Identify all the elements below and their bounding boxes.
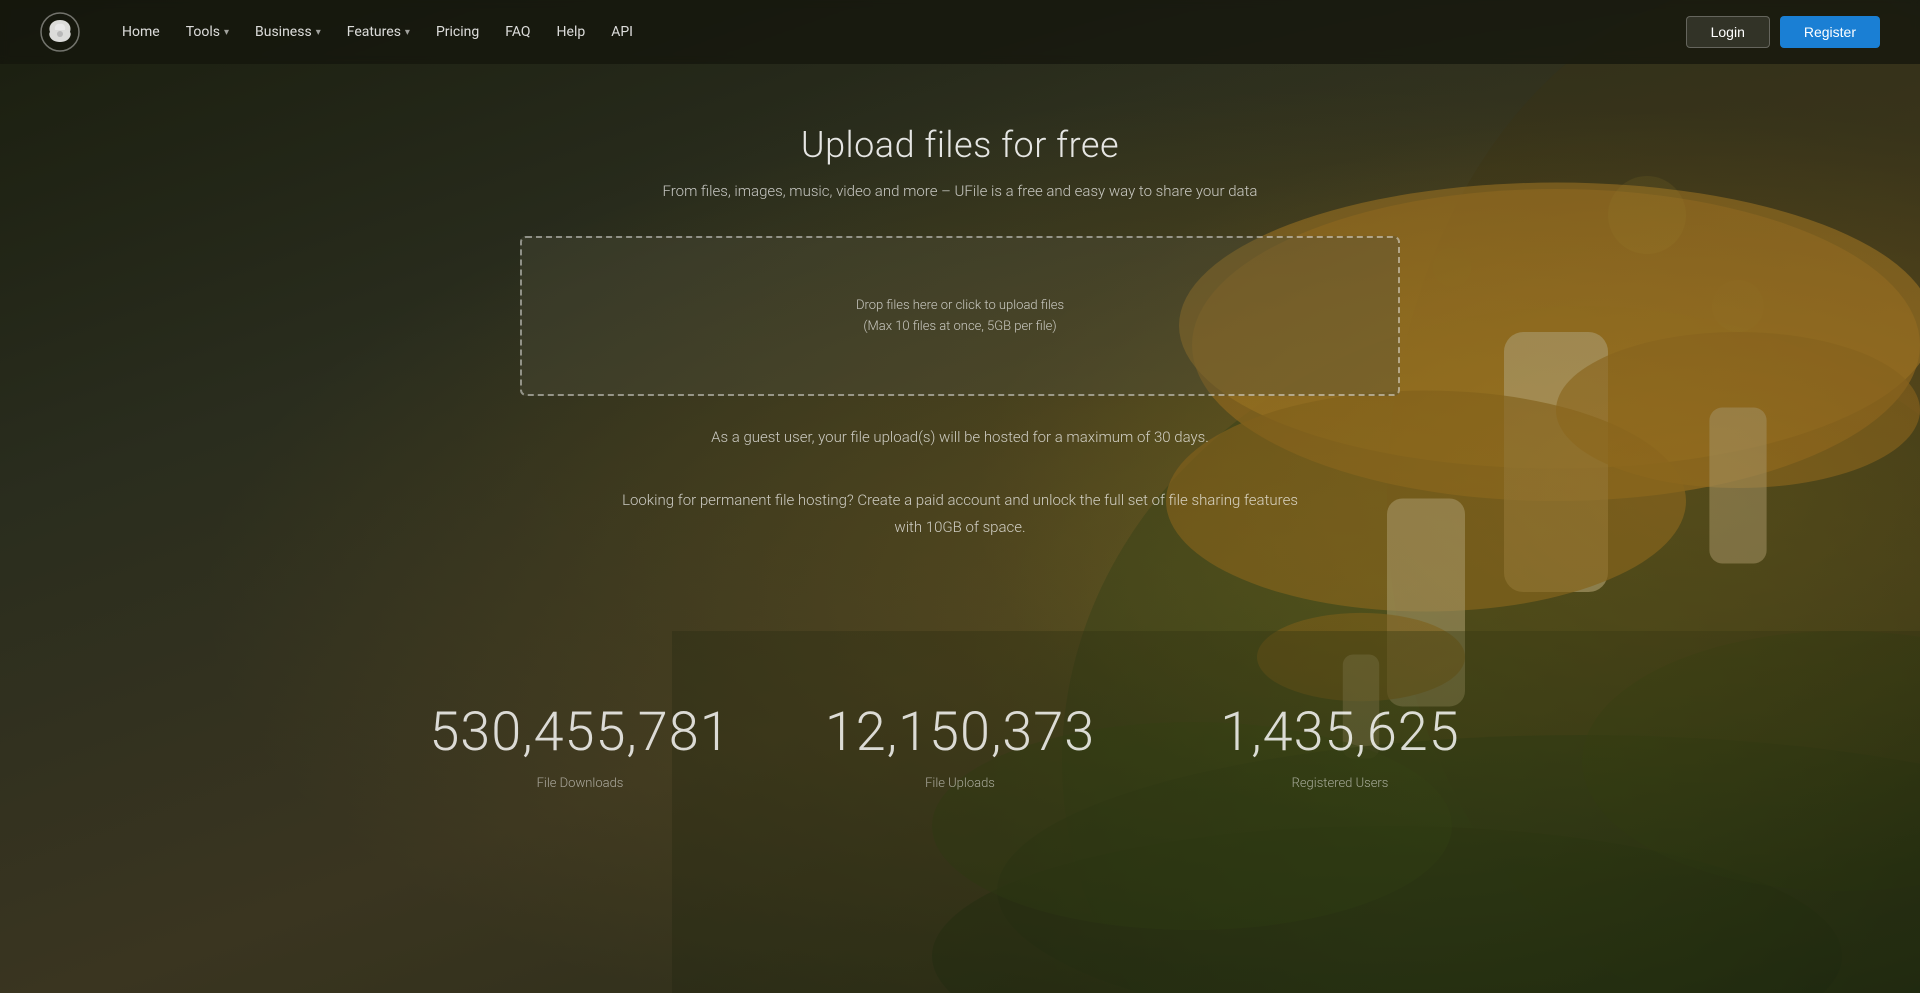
nav-left: Home Tools ▾ Business ▾ Feature <box>40 12 643 52</box>
nav-link-features[interactable]: Features ▾ <box>337 16 420 48</box>
nav-item-api[interactable]: API <box>601 16 643 48</box>
stat-users-label: Registered Users <box>1292 776 1389 791</box>
nav-item-tools[interactable]: Tools ▾ <box>176 16 239 48</box>
hero-section: Upload files for free From files, images… <box>0 64 1920 641</box>
nav-link-api[interactable]: API <box>601 16 643 48</box>
guest-note-line2: Looking for permanent file hosting? Crea… <box>610 487 1310 541</box>
nav-link-faq[interactable]: FAQ <box>495 16 540 48</box>
nav-right: Login Register <box>1686 16 1880 48</box>
nav-link-home[interactable]: Home <box>112 16 170 48</box>
upload-limit-text: (Max 10 files at once, 5GB per file) <box>562 319 1358 334</box>
nav-link-help[interactable]: Help <box>547 16 596 48</box>
upload-drop-text: Drop files here or click to upload files <box>562 298 1358 313</box>
chevron-down-icon: ▾ <box>316 27 321 38</box>
upload-dropzone[interactable]: Drop files here or click to upload files… <box>520 236 1400 396</box>
nav-link-business[interactable]: Business ▾ <box>245 16 331 48</box>
stat-users-number: 1,435,625 <box>1150 701 1530 764</box>
navigation: Home Tools ▾ Business ▾ Feature <box>0 0 1920 64</box>
stat-uploads-number: 12,150,373 <box>770 701 1150 764</box>
nav-item-pricing[interactable]: Pricing <box>426 16 489 48</box>
stat-downloads-number: 530,455,781 <box>390 701 770 764</box>
chevron-down-icon: ▾ <box>405 27 410 38</box>
register-button[interactable]: Register <box>1780 16 1880 48</box>
nav-item-home[interactable]: Home <box>112 16 170 48</box>
stat-users: 1,435,625 Registered Users <box>1150 701 1530 791</box>
chevron-down-icon: ▾ <box>224 27 229 38</box>
guest-note: As a guest user, your file upload(s) wil… <box>610 424 1310 541</box>
nav-item-faq[interactable]: FAQ <box>495 16 540 48</box>
stat-downloads-label: File Downloads <box>537 776 624 791</box>
nav-link-pricing[interactable]: Pricing <box>426 16 489 48</box>
stat-uploads-label: File Uploads <box>925 776 995 791</box>
stat-downloads: 530,455,781 File Downloads <box>390 701 770 791</box>
nav-item-help[interactable]: Help <box>547 16 596 48</box>
logo[interactable] <box>40 12 80 52</box>
nav-item-business[interactable]: Business ▾ <box>245 16 331 48</box>
nav-link-tools[interactable]: Tools ▾ <box>176 16 239 48</box>
stat-uploads: 12,150,373 File Uploads <box>770 701 1150 791</box>
hero-title: Upload files for free <box>20 124 1900 166</box>
hero-subtitle: From files, images, music, video and mor… <box>20 182 1900 200</box>
nav-links: Home Tools ▾ Business ▾ Feature <box>112 16 643 48</box>
nav-item-features[interactable]: Features ▾ <box>337 16 420 48</box>
stats-section: 530,455,781 File Downloads 12,150,373 Fi… <box>0 641 1920 851</box>
login-button[interactable]: Login <box>1686 16 1770 48</box>
guest-note-line1: As a guest user, your file upload(s) wil… <box>610 424 1310 451</box>
